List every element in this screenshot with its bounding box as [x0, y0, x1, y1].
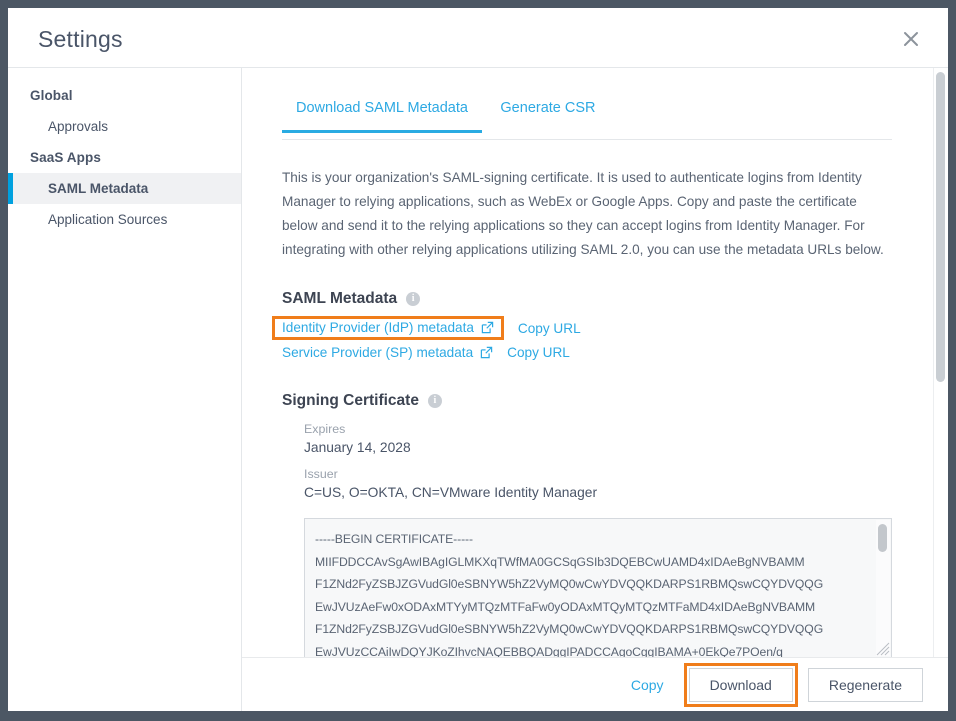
certificate-scrollbar-thumb[interactable] [878, 524, 887, 552]
sidebar-group-global: Global [30, 88, 73, 103]
sp-metadata-link-label: Service Provider (SP) metadata [282, 344, 474, 360]
sp-copy-url-link[interactable]: Copy URL [507, 345, 570, 360]
sp-metadata-link[interactable]: Service Provider (SP) metadata [282, 345, 493, 360]
tab-download-saml-metadata[interactable]: Download SAML Metadata [282, 98, 482, 133]
settings-sidebar: Global Approvals SaaS Apps SAML Metadata… [8, 68, 242, 711]
info-icon[interactable]: i [406, 292, 421, 306]
screenshot-frame: Settings Global Approvals SaaS Apps SAML… [0, 0, 956, 721]
modal-body: Global Approvals SaaS Apps SAML Metadata… [8, 68, 948, 711]
external-link-icon [481, 321, 494, 334]
close-icon[interactable] [896, 24, 926, 54]
expires-value: January 14, 2028 [304, 440, 411, 455]
idp-metadata-link-label: Identity Provider (IdP) metadata [282, 320, 474, 335]
signing-certificate-heading: Signing Certificate i [282, 392, 904, 410]
saml-metadata-heading: SAML Metadata i [282, 290, 904, 308]
page-title: Settings [38, 26, 123, 52]
external-link-icon [480, 346, 493, 359]
sidebar-group-saas-apps: SaaS Apps [30, 150, 101, 165]
sp-metadata-row: Service Provider (SP) metadata Copy URL [282, 340, 904, 364]
issuer-value: C=US, O=OKTA, CN=VMware Identity Manager [304, 485, 598, 500]
annotation-highlight-download: Download [683, 662, 798, 707]
settings-content: Download SAML Metadata Generate CSR This… [242, 68, 948, 711]
info-icon[interactable]: i [427, 394, 442, 408]
idp-copy-url-link[interactable]: Copy URL [518, 321, 581, 336]
sidebar-item-application-sources[interactable]: Application Sources [8, 204, 241, 235]
content-tabs: Download SAML Metadata Generate CSR [282, 98, 892, 140]
action-footer: Copy Download Regenerate [242, 657, 948, 711]
download-button[interactable]: Download [688, 667, 793, 702]
certificate-text: -----BEGIN CERTIFICATE----- MIIFDDCCAvSg… [315, 532, 824, 658]
tab-generate-csr[interactable]: Generate CSR [486, 98, 609, 132]
page-scrollbar-thumb[interactable] [936, 72, 945, 382]
regenerate-button[interactable]: Regenerate [807, 667, 923, 702]
sidebar-item-saml-metadata[interactable]: SAML Metadata [8, 173, 241, 204]
copy-link[interactable]: Copy [631, 677, 664, 693]
signing-certificate-heading-label: Signing Certificate [282, 392, 419, 409]
sidebar-item-approvals[interactable]: Approvals [8, 111, 241, 142]
issuer-label: Issuer [304, 467, 338, 481]
certificate-textarea[interactable]: -----BEGIN CERTIFICATE----- MIIFDDCCAvSg… [304, 518, 892, 658]
certificate-scrollbar-track[interactable] [876, 520, 890, 656]
annotation-highlight-idp: Identity Provider (IdP) metadata [272, 316, 504, 340]
expires-label: Expires [304, 422, 346, 436]
page-scrollbar-track[interactable] [933, 68, 948, 711]
resize-grip-icon[interactable] [876, 642, 890, 656]
modal-titlebar: Settings [8, 8, 948, 68]
idp-metadata-row: Identity Provider (IdP) metadata Copy UR… [272, 316, 904, 340]
saml-metadata-heading-label: SAML Metadata [282, 290, 398, 307]
intro-paragraph: This is your organization's SAML-signing… [282, 170, 884, 257]
idp-metadata-link[interactable]: Identity Provider (IdP) metadata [282, 320, 494, 335]
settings-modal: Settings Global Approvals SaaS Apps SAML… [8, 8, 948, 711]
